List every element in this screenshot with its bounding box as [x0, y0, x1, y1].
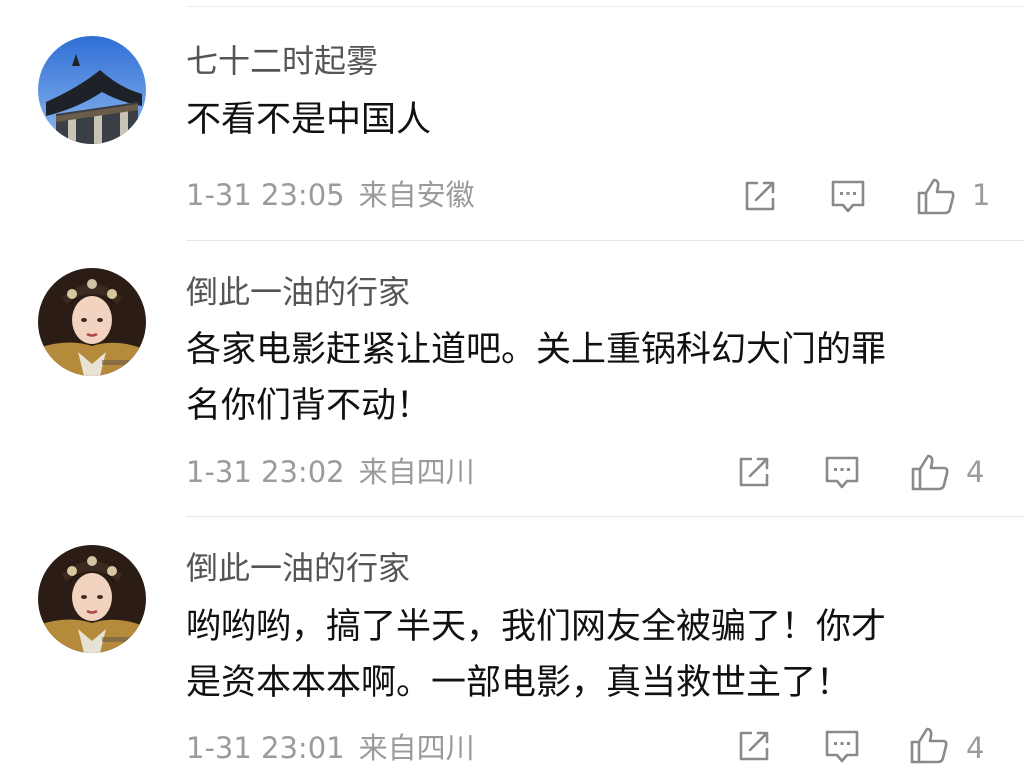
comment-meta: 1-31 23:02 来自四川 — [186, 454, 475, 490]
comment-icon — [825, 730, 859, 763]
comment-text-line: 不看不是中国人 — [186, 100, 432, 140]
thumbs-up-icon — [917, 178, 955, 215]
like-button[interactable] — [908, 450, 952, 494]
comment-location: 来自安徽 — [358, 178, 475, 212]
comment-meta: 1-31 23:01 来自四川 — [186, 730, 475, 766]
comment-divider — [186, 240, 1024, 241]
comment-text: 各家电影赶紧让道吧。关上重锅科幻大门的罪 名你们背不动！ — [186, 322, 996, 434]
like-count: 4 — [966, 731, 985, 765]
comment-text-line: 各家电影赶紧让道吧。关上重锅科幻大门的罪 — [186, 330, 887, 370]
comment-timestamp: 1-31 23:02 — [186, 455, 345, 489]
thumbs-up-icon — [910, 727, 948, 764]
costume-drama-actress-avatar — [38, 545, 146, 653]
comment-text: 不看不是中国人 — [186, 92, 996, 148]
share-button[interactable] — [734, 452, 774, 492]
comment-text-line: 哟哟哟，搞了半天，我们网友全被骗了！你才 — [186, 607, 887, 647]
username[interactable]: 倒此一油的行家 — [186, 272, 410, 312]
comment-timestamp: 1-31 23:01 — [186, 731, 345, 765]
like-button[interactable] — [914, 174, 958, 218]
username[interactable]: 倒此一油的行家 — [186, 548, 410, 588]
pavilion-roof-avatar — [38, 36, 146, 144]
comment-timestamp: 1-31 23:05 — [186, 178, 345, 212]
comment-location: 来自四川 — [358, 455, 475, 489]
share-icon — [739, 457, 769, 487]
share-button[interactable] — [734, 726, 774, 766]
comment-meta: 1-31 23:05 来自安徽 — [186, 177, 475, 213]
comment-list: 七十二时起雾 不看不是中国人 1-31 23:05 来自安徽 1 倒此一油的行家… — [0, 0, 1024, 767]
like-count: 4 — [966, 455, 985, 489]
top-divider — [186, 6, 1024, 7]
comment-text-line: 名你们背不动！ — [186, 386, 432, 426]
comment-text: 哟哟哟，搞了半天，我们网友全被骗了！你才 是资本本本啊。一部电影，真当救世主了！ — [186, 599, 996, 711]
thumbs-up-icon — [911, 454, 949, 491]
reply-button[interactable] — [822, 452, 862, 492]
costume-drama-actress-avatar — [38, 268, 146, 376]
share-icon — [745, 181, 775, 211]
like-count: 1 — [972, 178, 991, 212]
comment-text-line: 是资本本本啊。一部电影，真当救世主了！ — [186, 663, 852, 703]
reply-button[interactable] — [822, 726, 862, 766]
reply-button[interactable] — [828, 176, 868, 216]
comment-location: 来自四川 — [358, 731, 475, 765]
share-icon — [739, 731, 769, 761]
comment-icon — [831, 180, 865, 213]
share-button[interactable] — [740, 176, 780, 216]
username[interactable]: 七十二时起雾 — [186, 41, 378, 81]
user-avatar[interactable] — [38, 268, 146, 376]
user-avatar[interactable] — [38, 545, 146, 653]
comment-divider — [186, 516, 1024, 517]
user-avatar[interactable] — [38, 36, 146, 144]
like-button[interactable] — [908, 724, 950, 766]
comment-icon — [825, 456, 859, 489]
